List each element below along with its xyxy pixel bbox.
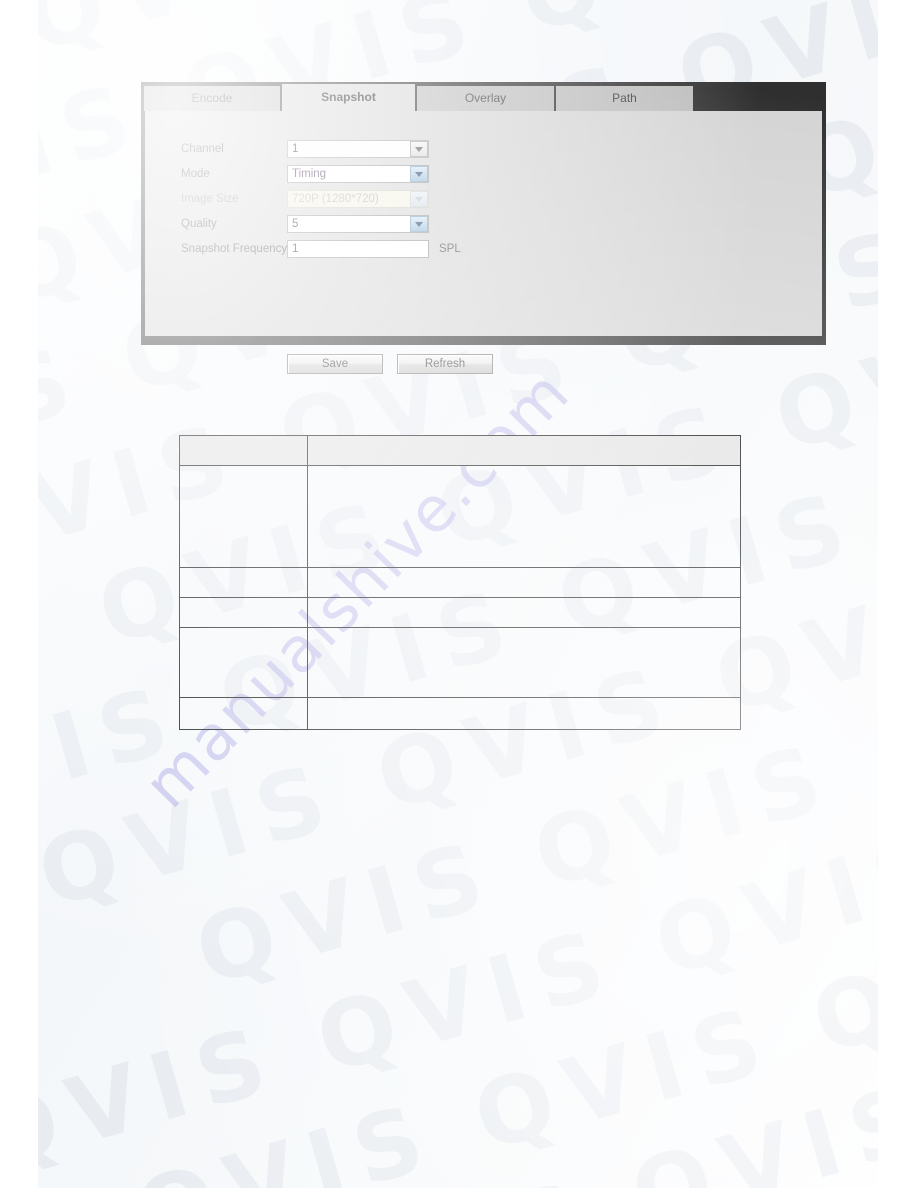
chevron-down-icon	[410, 166, 428, 182]
chevron-down-icon	[410, 216, 428, 232]
channel-label: Channel	[181, 143, 224, 155]
tab-overlay[interactable]: Overlay	[417, 86, 554, 111]
chevron-down-icon	[410, 141, 428, 157]
table-cell	[179, 627, 308, 698]
mode-dropdown[interactable]: Timing	[287, 165, 429, 183]
field-row-snapshot-frequency: Snapshot Frequency SPL	[181, 239, 461, 259]
table-header-row	[179, 435, 741, 466]
table-cell	[179, 465, 308, 568]
table-cell	[307, 567, 741, 598]
field-row-image-size: Image Size 720P (1280*720)	[181, 189, 429, 209]
quality-dropdown[interactable]: 5	[287, 215, 429, 233]
tab-snapshot[interactable]: Snapshot	[282, 84, 415, 111]
watermark-line: QVIS QVIS QVIS QVIS QVIS QVIS	[38, 519, 878, 1188]
snapshot-frequency-input[interactable]	[287, 240, 429, 258]
tab-encode[interactable]: Encode	[144, 86, 280, 111]
table-header-cell	[179, 435, 308, 466]
scanned-page-sheet: QVIS QVIS QVIS QVIS QVIS QVIS QVIS QVIS …	[38, 0, 878, 1188]
table-cell	[307, 697, 741, 730]
field-row-mode: Mode Timing	[181, 164, 429, 184]
table-row	[179, 567, 741, 598]
quality-value: 5	[292, 218, 299, 230]
snapshot-frequency-unit: SPL	[439, 243, 461, 255]
image-size-label: Image Size	[181, 193, 239, 205]
table-row	[179, 597, 741, 628]
table-cell	[179, 597, 308, 628]
watermark-line: QVIS QVIS QVIS QVIS QVIS QVIS	[63, 860, 878, 1188]
table-cell	[179, 567, 308, 598]
table-cell	[307, 597, 741, 628]
image-size-value: 720P (1280*720)	[292, 193, 379, 205]
table-header-cell	[307, 435, 741, 466]
table-row	[179, 465, 741, 568]
channel-dropdown[interactable]: 1	[287, 140, 429, 158]
snapshot-frequency-label: Snapshot Frequency	[181, 243, 288, 255]
watermark-line: QVIS QVIS QVIS QVIS QVIS QVIS	[282, 675, 878, 1188]
quality-label: Quality	[181, 218, 217, 230]
field-row-quality: Quality 5	[181, 214, 429, 234]
watermark-line: QVIS QVIS QVIS QVIS QVIS QVIS	[124, 597, 878, 1188]
snapshot-tab-body: Channel 1 Mode Timing Image Size 720P (1…	[145, 111, 822, 374]
snapshot-settings-panel: Encode Snapshot Overlay Path Channel 1 M…	[141, 82, 826, 374]
table-cell	[307, 465, 741, 568]
chevron-down-icon	[410, 191, 428, 207]
channel-value: 1	[292, 143, 299, 155]
refresh-button[interactable]: Refresh	[397, 354, 493, 374]
table-body	[179, 465, 741, 730]
table-cell	[179, 697, 308, 730]
table-cell	[307, 627, 741, 698]
parameter-description-table	[179, 435, 741, 730]
tab-strip: Encode Snapshot Overlay Path	[141, 82, 826, 111]
table-row	[179, 627, 741, 698]
image-size-dropdown: 720P (1280*720)	[287, 190, 429, 208]
mode-value: Timing	[292, 168, 327, 180]
field-row-channel: Channel 1	[181, 139, 429, 159]
tab-path[interactable]: Path	[556, 86, 693, 111]
mode-label: Mode	[181, 168, 210, 180]
form-button-row: Save Refresh	[287, 354, 493, 374]
save-button[interactable]: Save	[287, 354, 383, 374]
table-row	[179, 697, 741, 730]
